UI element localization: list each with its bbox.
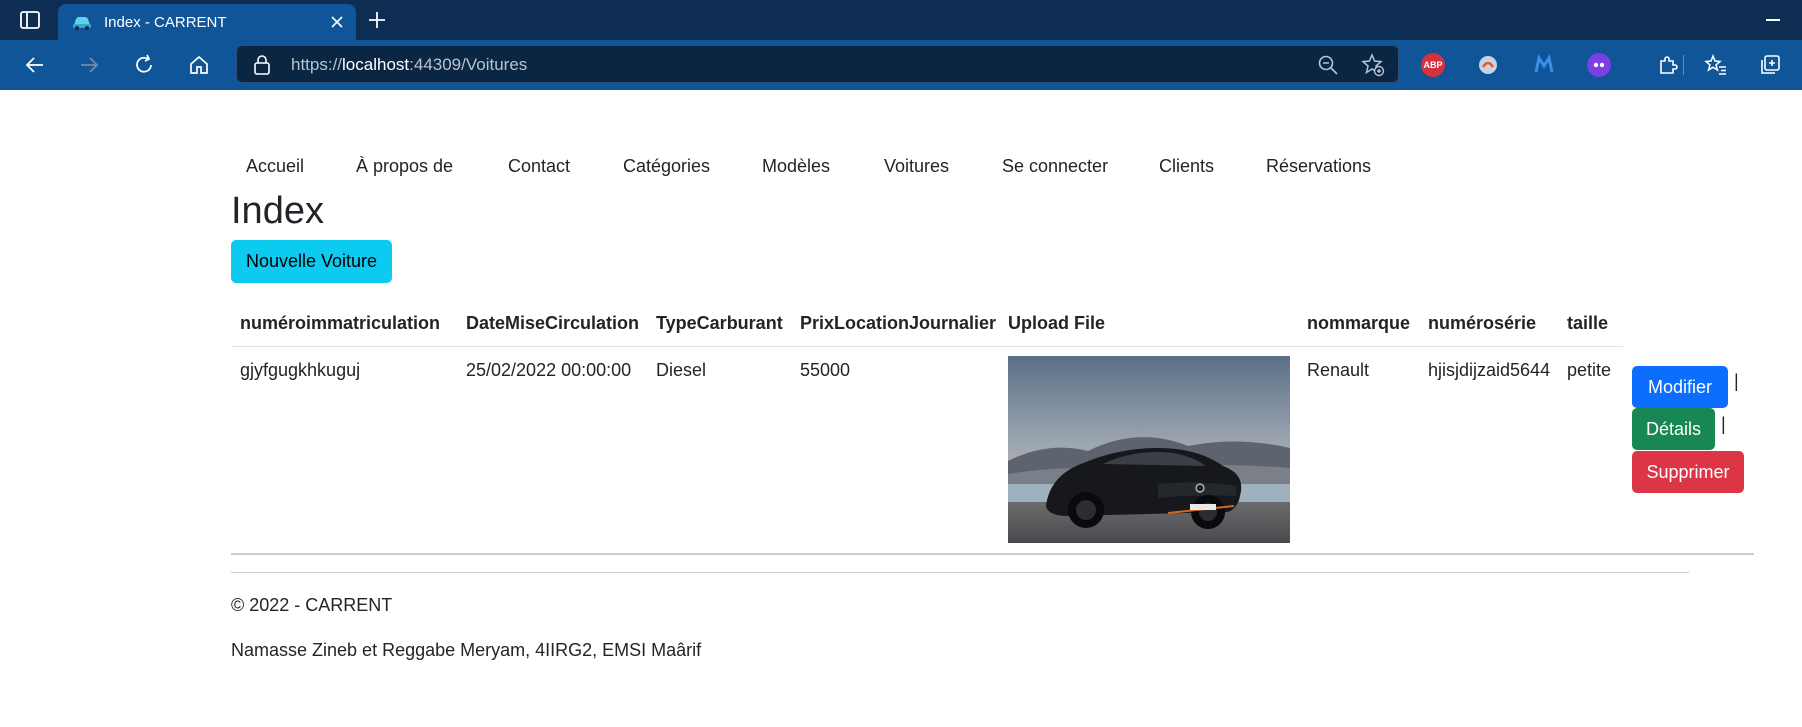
- cell-date: 25/02/2022 00:00:00: [466, 360, 632, 380]
- ghost-extension-icon[interactable]: [1587, 53, 1611, 77]
- cell-taille: petite: [1567, 360, 1612, 380]
- table-bottom-border: [231, 553, 1754, 555]
- lock-icon[interactable]: [253, 55, 271, 75]
- delete-button[interactable]: Supprimer: [1632, 451, 1744, 493]
- minimize-window-icon[interactable]: [1766, 19, 1780, 21]
- close-tab-icon[interactable]: [328, 13, 346, 31]
- toolbar-separator: [1683, 55, 1684, 75]
- col-header-carburant: TypeCarburant: [656, 313, 783, 333]
- cell-serie: hjisjdijzaid5644: [1428, 360, 1551, 380]
- zoom-out-icon[interactable]: [1317, 54, 1339, 76]
- url-path: :44309/Voitures: [409, 55, 528, 74]
- col-header-prix: PrixLocationJournalier: [800, 313, 997, 333]
- nav-voitures[interactable]: Voitures: [884, 156, 949, 177]
- active-tab[interactable]: Index - CARRENT: [58, 4, 356, 40]
- extensions-puzzle-icon[interactable]: [1655, 52, 1681, 78]
- malwarebytes-extension-icon[interactable]: [1532, 53, 1556, 77]
- col-header-marque: nommarque: [1307, 313, 1411, 333]
- car-photo: [1008, 356, 1290, 543]
- nav-contact[interactable]: Contact: [508, 156, 570, 177]
- tab-title: Index - CARRENT: [104, 14, 227, 31]
- table-header-divider: [231, 346, 1623, 347]
- back-icon[interactable]: [22, 52, 48, 78]
- nav-modeles[interactable]: Modèles: [762, 156, 830, 177]
- adblock-extension-icon[interactable]: ABP: [1421, 53, 1445, 77]
- page-title: Index: [231, 190, 324, 232]
- extension-icon[interactable]: [1476, 53, 1500, 77]
- cell-carburant: Diesel: [656, 360, 707, 380]
- nav-categories[interactable]: Catégories: [623, 156, 710, 177]
- col-header-date: DateMiseCirculation: [466, 313, 640, 333]
- col-header-serie: numérosérie: [1428, 313, 1537, 333]
- col-header-taille: taille: [1567, 313, 1609, 333]
- favorites-icon[interactable]: [1703, 52, 1729, 78]
- home-icon[interactable]: [186, 52, 212, 78]
- col-header-upload: Upload File: [1008, 313, 1106, 333]
- collections-icon[interactable]: [1757, 52, 1783, 78]
- refresh-icon[interactable]: [131, 52, 157, 78]
- car-favicon-icon: [72, 13, 92, 31]
- cell-prix: 55000: [800, 360, 851, 380]
- address-bar[interactable]: https://localhost:44309/Voitures: [236, 45, 1399, 83]
- footer-copyright: © 2022 - CARRENT: [231, 595, 393, 615]
- action-separator: |: [1734, 371, 1739, 391]
- address-url: https://localhost:44309/Voitures: [291, 55, 527, 75]
- footer-divider: [231, 572, 1689, 573]
- cell-immatriculation: gjyfgugkhkuguj: [240, 360, 361, 380]
- col-header-immatriculation: numéroimmatriculation: [240, 313, 441, 333]
- cell-marque: Renault: [1307, 360, 1370, 380]
- forward-icon[interactable]: [76, 52, 102, 78]
- footer-authors: Namasse Zineb et Reggabe Meryam, 4IIRG2,…: [231, 640, 702, 660]
- browser-toolbar: https://localhost:44309/Voitures ABP: [0, 40, 1802, 90]
- nav-se-connecter[interactable]: Se connecter: [1002, 156, 1108, 177]
- action-separator: |: [1721, 414, 1726, 434]
- browser-tab-strip: Index - CARRENT: [0, 0, 1802, 40]
- details-button[interactable]: Détails: [1632, 408, 1715, 450]
- add-favorite-icon[interactable]: [1361, 53, 1385, 77]
- nav-a-propos[interactable]: À propos de: [356, 156, 453, 177]
- nav-accueil[interactable]: Accueil: [246, 156, 304, 177]
- url-host: localhost: [342, 55, 410, 74]
- new-car-button[interactable]: Nouvelle Voiture: [231, 240, 392, 283]
- nav-reservations[interactable]: Réservations: [1266, 156, 1371, 177]
- url-scheme: https://: [291, 55, 343, 74]
- nav-clients[interactable]: Clients: [1159, 156, 1214, 177]
- new-tab-icon[interactable]: [366, 9, 388, 31]
- tab-actions-icon[interactable]: [14, 8, 46, 32]
- edit-button[interactable]: Modifier: [1632, 366, 1728, 408]
